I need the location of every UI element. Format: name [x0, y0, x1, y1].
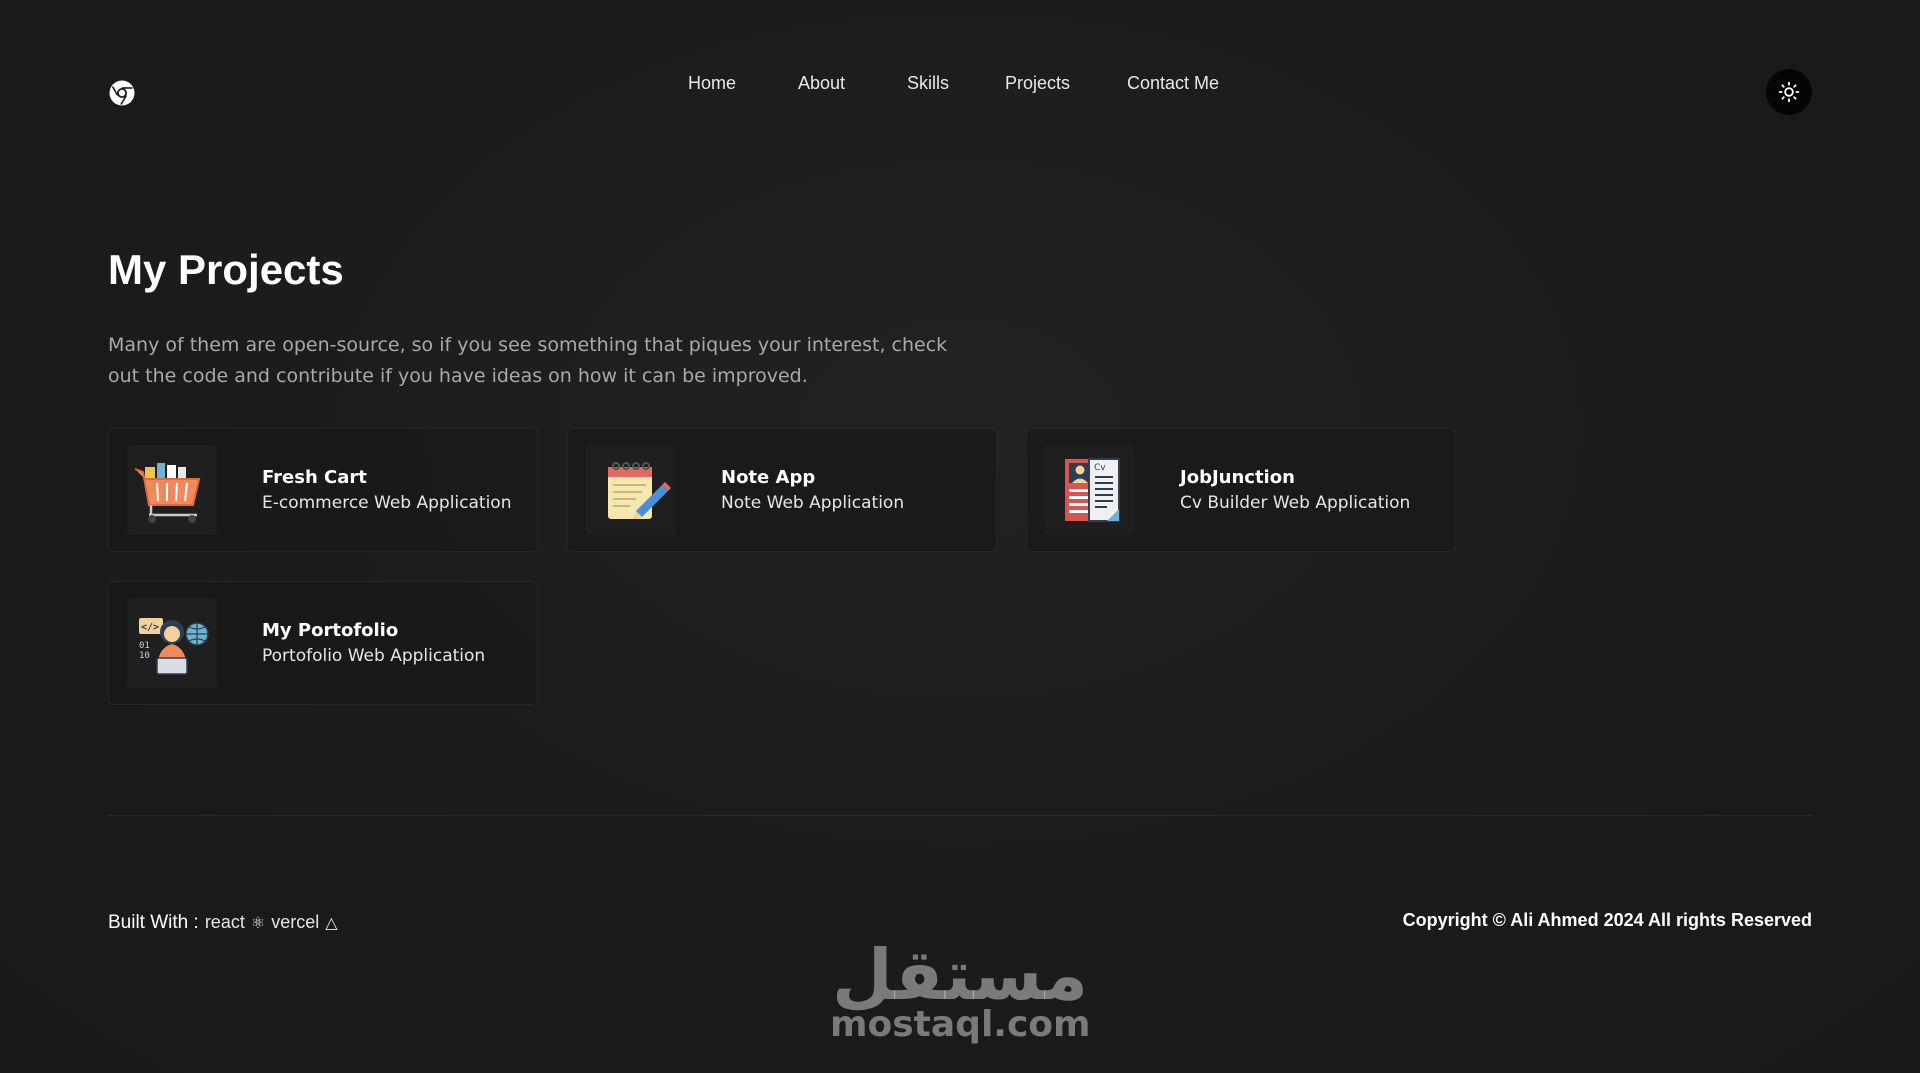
- footer-divider: [108, 815, 1812, 816]
- svg-text:</>: </>: [141, 622, 159, 633]
- page-title: My Projects: [108, 246, 344, 293]
- project-card-my-portofolio[interactable]: </> 01 10 My Portofolio Portofolio Web A…: [108, 581, 538, 705]
- project-card-fresh-cart[interactable]: Fresh Cart E-commerce Web Application: [108, 428, 538, 552]
- project-card-note-app[interactable]: Note App Note Web Application: [567, 428, 997, 552]
- developer-laptop-icon: </> 01 10: [127, 598, 217, 688]
- tech-react: react: [204, 912, 245, 932]
- nav-projects[interactable]: Projects: [1005, 73, 1127, 94]
- project-description: E-commerce Web Application: [262, 493, 512, 513]
- project-name: Fresh Cart: [262, 467, 367, 488]
- cv-document-icon: Cv: [1045, 445, 1135, 535]
- theme-toggle-button[interactable]: [1766, 69, 1812, 115]
- tech-vercel: vercel: [271, 912, 320, 932]
- react-icon: ⚛: [250, 915, 266, 932]
- project-description: Note Web Application: [721, 493, 905, 513]
- project-card-jobjunction[interactable]: Cv JobJunction Cv Builder Web Applicatio…: [1026, 428, 1456, 552]
- sun-icon: [1778, 81, 1800, 103]
- project-description: Cv Builder Web Application: [1180, 493, 1411, 513]
- copyright-text: Copyright © Ali Ahmed 2024 All rights Re…: [1402, 910, 1812, 930]
- shopping-cart-icon: [127, 445, 217, 535]
- svg-text:10: 10: [139, 651, 150, 661]
- notepad-pencil-icon: [586, 445, 676, 535]
- svg-text:01: 01: [139, 641, 150, 651]
- nav-about[interactable]: About: [798, 73, 907, 94]
- vercel-icon: △: [325, 915, 338, 932]
- watermark-arabic: مستقل: [831, 934, 1088, 1016]
- built-with-label: Built With :: [108, 912, 199, 933]
- logo-icon[interactable]: [108, 79, 136, 107]
- intro-text: Many of them are open-source, so if you …: [108, 334, 948, 387]
- page: Home About Skills Projects Contact Me My…: [0, 0, 1920, 1073]
- project-name: Note App: [721, 467, 816, 488]
- nav-home[interactable]: Home: [688, 73, 798, 94]
- nav-contact[interactable]: Contact Me: [1127, 73, 1237, 94]
- svg-text:Cv: Cv: [1094, 463, 1106, 473]
- built-with: Built With : react ⚛ vercel △: [108, 912, 338, 934]
- watermark-latin: mostaql.com: [830, 1004, 1091, 1045]
- main-nav: Home About Skills Projects Contact Me: [688, 73, 1237, 94]
- nav-skills[interactable]: Skills: [907, 73, 1005, 94]
- project-name: My Portofolio: [262, 620, 399, 641]
- mostaql-watermark: مستقل mostaql.com: [830, 934, 1091, 1055]
- project-name: JobJunction: [1180, 467, 1295, 488]
- project-description: Portofolio Web Application: [262, 646, 486, 666]
